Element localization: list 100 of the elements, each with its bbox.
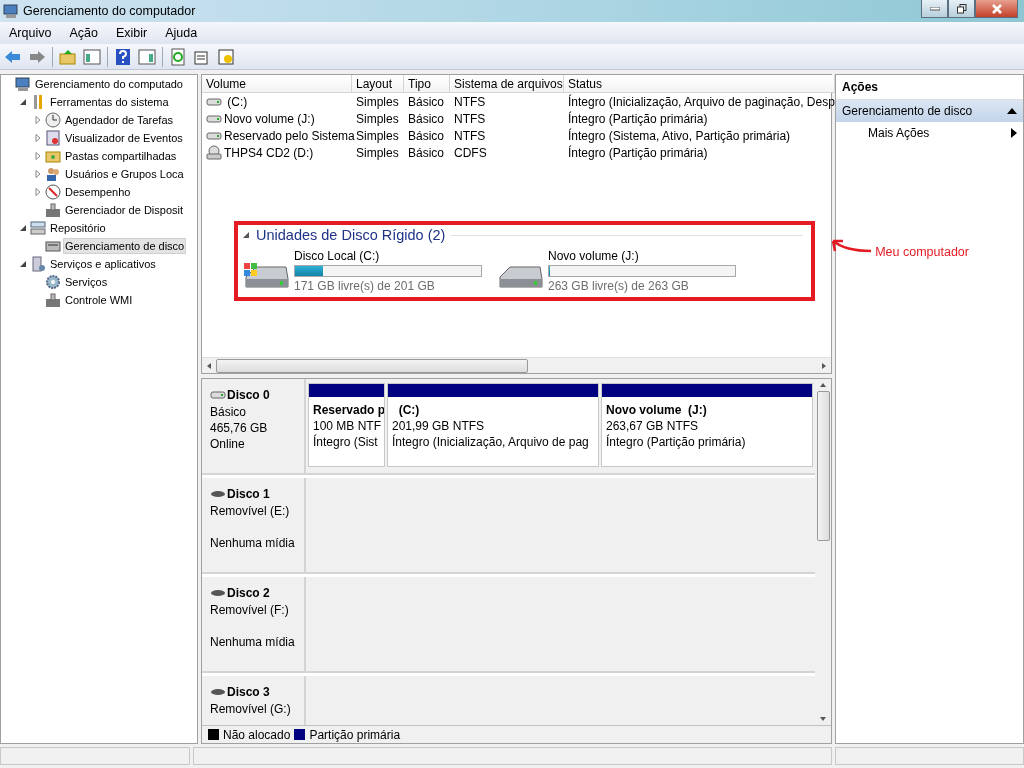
drive-name[interactable]: Disco Local (C:) bbox=[294, 249, 482, 263]
horizontal-scrollbar[interactable] bbox=[202, 357, 831, 373]
table-cell: NTFS bbox=[454, 128, 486, 143]
actions-section[interactable]: Gerenciamento de disco bbox=[836, 100, 1023, 122]
submenu-arrow-icon bbox=[1011, 128, 1017, 138]
menu-item[interactable]: Ação bbox=[60, 26, 107, 40]
collapsed-icon[interactable] bbox=[34, 188, 42, 196]
partition-status: Íntegro (Partição primária) bbox=[606, 435, 747, 449]
tree-item[interactable]: Desempenho bbox=[63, 184, 133, 200]
help-icon[interactable] bbox=[114, 47, 132, 66]
disk-name: Disco 1 bbox=[210, 486, 304, 502]
folder-up-icon[interactable] bbox=[59, 47, 77, 66]
scroll-thumb[interactable] bbox=[216, 358, 528, 373]
collapsed-icon[interactable] bbox=[34, 116, 42, 124]
tree-item[interactable]: Pastas compartilhadas bbox=[63, 148, 179, 164]
expanded-icon[interactable] bbox=[19, 98, 27, 106]
refresh-icon[interactable] bbox=[169, 47, 187, 66]
action-item[interactable]: Mais Ações bbox=[836, 122, 1023, 144]
pane-toggle-icon[interactable] bbox=[83, 47, 101, 66]
tree-item[interactable]: Usuários e Grupos Loca bbox=[63, 166, 186, 182]
window-title: Gerenciamento do computador bbox=[23, 4, 196, 18]
minimize-button[interactable] bbox=[921, 0, 948, 18]
tree-item[interactable]: Agendador de Tarefas bbox=[63, 112, 176, 128]
column-header[interactable]: Sistema de arquivos bbox=[450, 75, 564, 93]
disk-info: Removível (G:) bbox=[210, 702, 292, 716]
legend-label: Partição primária bbox=[309, 727, 401, 742]
pane-toggle-icon[interactable] bbox=[138, 47, 156, 66]
tree-item[interactable]: Ferramentas do sistema bbox=[48, 94, 171, 110]
table-cell: Íntegro (Partição primária) bbox=[568, 145, 708, 160]
cd-drive-icon bbox=[206, 144, 222, 161]
disk-info: 465,76 GB bbox=[210, 421, 269, 435]
partition-title: Novo volume (J:) bbox=[606, 403, 708, 417]
table-cell: Simples bbox=[356, 111, 399, 126]
disk-info: Online bbox=[210, 437, 246, 451]
users-icon bbox=[45, 166, 61, 182]
table-cell: CDFS bbox=[454, 145, 487, 160]
scroll-thumb[interactable] bbox=[816, 391, 830, 541]
partition[interactable]: Reservado p 100 MB NTF Íntegro (Sist bbox=[308, 383, 385, 467]
collapsed-icon[interactable] bbox=[34, 152, 42, 160]
menu-item[interactable]: Arquivo bbox=[0, 26, 61, 40]
menu-item[interactable]: Exibir bbox=[106, 26, 157, 40]
tree-item[interactable]: Gerenciador de Disposit bbox=[63, 202, 185, 218]
table-cell: Reservado pelo Sistema bbox=[224, 128, 355, 143]
tree-item[interactable]: Controle WMI bbox=[63, 292, 135, 308]
partition-size: 263,67 GB NTFS bbox=[606, 419, 700, 433]
table-cell: Simples bbox=[356, 128, 399, 143]
tree-item[interactable]: Gerenciamento de disco bbox=[63, 238, 187, 254]
partition-status: Íntegro (Inicialização, Arquivo de pag bbox=[392, 435, 590, 449]
device-icon bbox=[45, 292, 61, 308]
tree-item[interactable]: Repositório bbox=[48, 220, 108, 236]
collapsed-icon[interactable] bbox=[34, 170, 42, 178]
storage-icon bbox=[30, 220, 46, 236]
restore-button[interactable] bbox=[948, 0, 975, 18]
partition-status: Íntegro (Sist bbox=[313, 435, 379, 449]
table-cell: Básico bbox=[408, 94, 445, 109]
shared-folder-icon bbox=[45, 148, 61, 164]
disk-info: Nenhuma mídia bbox=[210, 536, 296, 550]
free-space: 263 GB livre(s) de 263 GB bbox=[548, 279, 690, 293]
column-header[interactable]: Volume bbox=[202, 75, 352, 93]
menu-item[interactable]: Ajuda bbox=[156, 26, 207, 40]
partition[interactable]: (C:) 201,99 GB NTFS Íntegro (Inicialização, Arquivo de pag bbox=[387, 383, 599, 467]
table-cell: NTFS bbox=[454, 111, 486, 126]
disk-info: Básico bbox=[210, 405, 248, 419]
close-button[interactable] bbox=[975, 0, 1018, 18]
partition[interactable]: Novo volume (J:) 263,67 GB NTFS Íntegro (Partição primária) bbox=[601, 383, 813, 467]
tree-item[interactable]: Gerenciamento do computado bbox=[33, 76, 185, 92]
disk-info: Removível (E:) bbox=[210, 504, 291, 518]
expanded-icon[interactable] bbox=[19, 260, 27, 268]
annotation-label: Meu computador bbox=[875, 245, 969, 259]
partition-size: 201,99 GB NTFS bbox=[392, 419, 486, 433]
disk-name: Disco 3 bbox=[210, 684, 304, 700]
tree-item[interactable]: Visualizador de Eventos bbox=[63, 130, 185, 146]
settings-icon[interactable] bbox=[217, 47, 235, 66]
column-header[interactable]: Layout bbox=[352, 75, 404, 93]
table-cell: Básico bbox=[408, 111, 445, 126]
disk-name: Disco 2 bbox=[210, 585, 304, 601]
table-cell: Novo volume (J:) bbox=[224, 111, 315, 126]
table-cell-text: (C:) bbox=[226, 94, 248, 109]
gear-icon bbox=[45, 274, 61, 290]
column-header[interactable]: Status bbox=[564, 75, 835, 93]
tree-item[interactable]: Serviços bbox=[63, 274, 110, 290]
collapse-icon bbox=[242, 231, 250, 239]
server-icon bbox=[30, 256, 46, 272]
action-label: Mais Ações bbox=[868, 126, 930, 140]
log-icon bbox=[45, 130, 61, 146]
expanded-icon[interactable] bbox=[19, 224, 27, 232]
drive-name[interactable]: Novo volume (J:) bbox=[548, 249, 736, 263]
group-title[interactable]: Unidades de Disco Rígido (2) bbox=[256, 227, 446, 243]
disk-info: Removível (F:) bbox=[210, 603, 290, 617]
section-title: Gerenciamento de disco bbox=[842, 104, 973, 118]
restore-icon bbox=[956, 3, 967, 14]
collapsed-icon[interactable] bbox=[34, 134, 42, 142]
tree-item[interactable]: Serviços e aplicativos bbox=[48, 256, 158, 272]
vertical-scrollbar[interactable] bbox=[815, 379, 831, 725]
table-cell: Simples bbox=[356, 94, 399, 109]
close-icon bbox=[990, 3, 1003, 14]
column-header[interactable]: Tipo bbox=[404, 75, 450, 93]
partition-size: 100 MB NTF bbox=[313, 419, 380, 433]
table-cell: Simples bbox=[356, 145, 399, 160]
table-cell: NTFS bbox=[454, 94, 486, 109]
